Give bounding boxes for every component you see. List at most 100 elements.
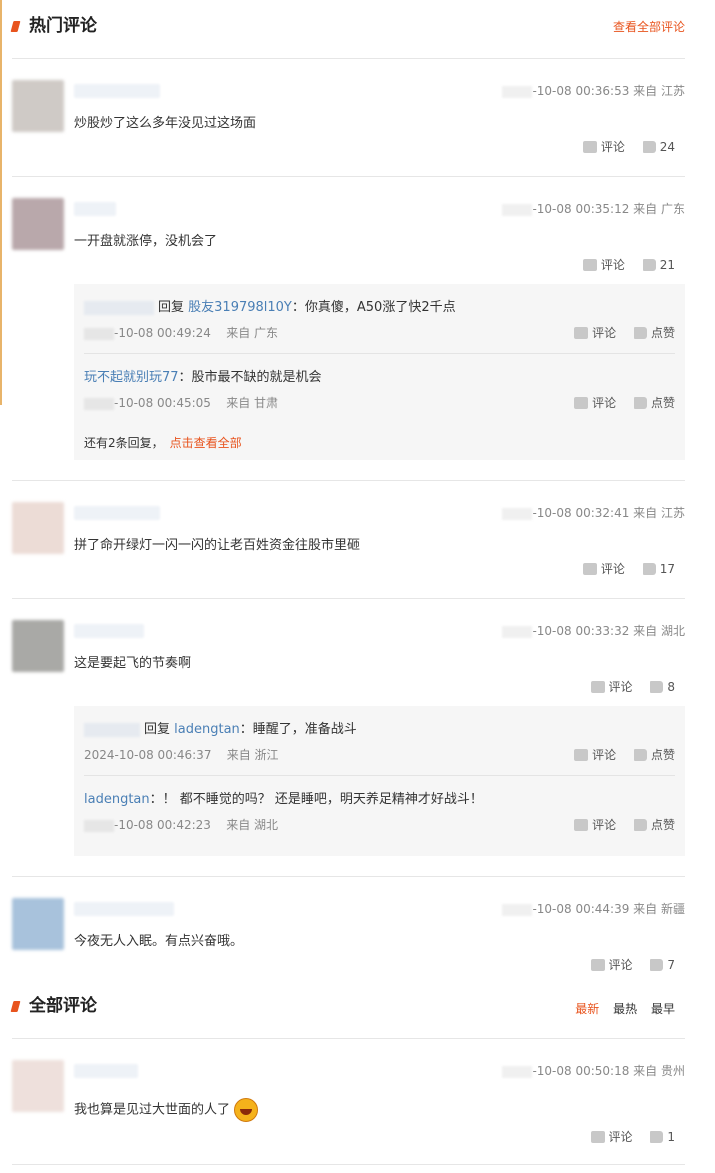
- username-blurred[interactable]: [74, 624, 144, 638]
- avatar[interactable]: [12, 502, 64, 554]
- comment-item: -10-08 00:36:53 来自 江苏 炒股炒了这么多年没见过这场面 评论 …: [12, 80, 685, 160]
- like-button[interactable]: 21: [642, 258, 675, 272]
- comment-meta: -10-08 00:36:53 来自 江苏: [502, 82, 685, 99]
- like-button[interactable]: 8: [650, 680, 675, 694]
- avatar[interactable]: [12, 80, 64, 132]
- reply-target-link[interactable]: 股友319798l10Y: [188, 300, 292, 315]
- reply-button[interactable]: 评论: [582, 256, 625, 273]
- comment-item: -10-08 00:50:18 来自 贵州 我也算是见过大世面的人了 评论 1: [12, 1060, 685, 1150]
- all-comments-title: 全部评论: [29, 996, 97, 1016]
- hot-comments-title: 热门评论: [29, 16, 97, 36]
- reply-location: 来自 甘肃: [226, 396, 279, 410]
- thumbs-up-icon: [650, 1130, 664, 1143]
- reply-username-link[interactable]: 玩不起就别玩77: [84, 370, 179, 385]
- avatar[interactable]: [12, 898, 64, 950]
- flag-icon: [10, 21, 21, 32]
- reply-item: 回复 ladengtan：睡醒了，准备战斗 2024-10-08 00:46:3…: [84, 722, 675, 763]
- reply-divider: [84, 353, 675, 354]
- thumbs-up-icon: [633, 396, 647, 409]
- reply-item: 回复 股友319798l10Y：你真傻，A50涨了快2千点 -10-08 00:…: [84, 296, 675, 346]
- reply-button[interactable]: 评论: [590, 1128, 633, 1145]
- reply-comment-button[interactable]: 评论: [574, 816, 616, 833]
- comment-actions: 评论 1: [577, 1128, 675, 1146]
- comment-icon: [574, 818, 589, 831]
- reply-date: 2024-10-08 00:46:37: [84, 748, 212, 762]
- comment-text: 拼了命开绿灯一闪一闪的让老百姓资金往股市里砸: [74, 538, 361, 553]
- reply-comment-button[interactable]: 评论: [574, 394, 616, 411]
- like-button[interactable]: 7: [650, 958, 675, 972]
- comment-meta: -10-08 00:44:39 来自 新疆: [502, 900, 685, 917]
- flag-icon: [10, 1001, 21, 1012]
- reply-username-blurred[interactable]: [84, 300, 154, 315]
- divider: [12, 1164, 685, 1165]
- all-comments-header: 全部评论 最新 最热 最早: [10, 994, 685, 1024]
- comment-text: 一开盘就涨停，没机会了: [74, 234, 218, 249]
- comment-meta: -10-08 00:33:32 来自 湖北: [502, 622, 685, 639]
- like-button[interactable]: 17: [642, 562, 675, 576]
- thumbs-up-icon: [650, 958, 664, 971]
- username-blurred[interactable]: [74, 902, 174, 916]
- comment-item: -10-08 00:32:41 来自 江苏 拼了命开绿灯一闪一闪的让老百姓资金往…: [12, 502, 685, 582]
- comment-icon: [590, 680, 605, 693]
- like-button[interactable]: 1: [650, 1130, 675, 1144]
- divider: [12, 598, 685, 599]
- comment-icon: [582, 562, 597, 575]
- reply-like-button[interactable]: 点赞: [633, 746, 675, 763]
- comment-actions: 评论 24: [569, 138, 675, 156]
- more-replies: 还有2条回复， 点击查看全部: [84, 436, 242, 450]
- reply-date: -10-08 00:42:23: [114, 818, 211, 832]
- username-blurred[interactable]: [74, 202, 116, 216]
- reply-username-blurred[interactable]: [84, 722, 140, 737]
- thumbs-up-icon: [642, 562, 656, 575]
- comment-text: 今夜无人入眠。有点兴奋哦。: [74, 934, 244, 949]
- reply-target-link[interactable]: ladengtan: [174, 722, 240, 737]
- view-all-comments-link[interactable]: 查看全部评论: [613, 18, 685, 35]
- comment-text: 炒股炒了这么多年没见过这场面: [74, 116, 257, 131]
- comment-item: -10-08 00:35:12 来自 广东 一开盘就涨停，没机会了 评论 21: [12, 198, 685, 278]
- like-button[interactable]: 24: [642, 140, 675, 154]
- reply-content: ：股市最不缺的就是机会: [178, 370, 322, 385]
- comment-icon: [574, 748, 589, 761]
- username-blurred[interactable]: [74, 506, 160, 520]
- reply-content: ：睡醒了，准备战斗: [239, 722, 357, 737]
- reply-comment-button[interactable]: 评论: [574, 324, 616, 341]
- laughing-emoji-icon: [234, 1098, 259, 1122]
- reply-box: 回复 ladengtan：睡醒了，准备战斗 2024-10-08 00:46:3…: [74, 706, 685, 856]
- sort-oldest[interactable]: 最早: [651, 1002, 675, 1016]
- username-blurred[interactable]: [74, 84, 160, 98]
- reply-like-button[interactable]: 点赞: [633, 816, 675, 833]
- view-all-replies-link[interactable]: 点击查看全部: [170, 436, 242, 450]
- reply-button[interactable]: 评论: [590, 956, 633, 973]
- reply-button[interactable]: 评论: [582, 138, 625, 155]
- username-blurred[interactable]: [74, 1064, 138, 1078]
- avatar[interactable]: [12, 620, 64, 672]
- reply-item: ladengtan：！ 都不睡觉的吗？ 还是睡吧，明天养足精神才好战斗！ -10…: [84, 788, 675, 838]
- divider: [12, 876, 685, 877]
- hot-comments-header: 热门评论 查看全部评论: [10, 14, 685, 44]
- avatar[interactable]: [12, 1060, 64, 1112]
- reply-button[interactable]: 评论: [582, 560, 625, 577]
- divider: [12, 176, 685, 177]
- reply-username-link[interactable]: ladengtan: [84, 792, 150, 807]
- reply-item: 玩不起就别玩77：股市最不缺的就是机会 -10-08 00:45:05 来自 甘…: [84, 366, 675, 416]
- reply-box: 回复 股友319798l10Y：你真傻，A50涨了快2千点 -10-08 00:…: [74, 284, 685, 460]
- comment-meta: -10-08 00:35:12 来自 广东: [502, 200, 685, 217]
- comment-icon: [590, 1130, 605, 1143]
- divider: [12, 58, 685, 59]
- comment-item: -10-08 00:33:32 来自 湖北 这是要起飞的节奏啊 评论 8: [12, 620, 685, 700]
- comment-text: 我也算是见过大世面的人了: [74, 1098, 259, 1122]
- comment-icon: [574, 396, 589, 409]
- comment-meta: -10-08 00:50:18 来自 贵州: [502, 1062, 685, 1079]
- thumbs-up-icon: [633, 326, 647, 339]
- avatar[interactable]: [12, 198, 64, 250]
- sort-options: 最新 最热 最早: [565, 1000, 675, 1017]
- reply-date: -10-08 00:49:24: [114, 326, 211, 340]
- sort-hottest[interactable]: 最热: [613, 1002, 637, 1016]
- reply-like-button[interactable]: 点赞: [633, 324, 675, 341]
- reply-comment-button[interactable]: 评论: [574, 746, 616, 763]
- sort-newest[interactable]: 最新: [575, 1002, 599, 1016]
- reply-button[interactable]: 评论: [590, 678, 633, 695]
- reply-like-button[interactable]: 点赞: [633, 394, 675, 411]
- comment-icon: [582, 258, 597, 271]
- reply-location: 来自 浙江: [226, 748, 279, 762]
